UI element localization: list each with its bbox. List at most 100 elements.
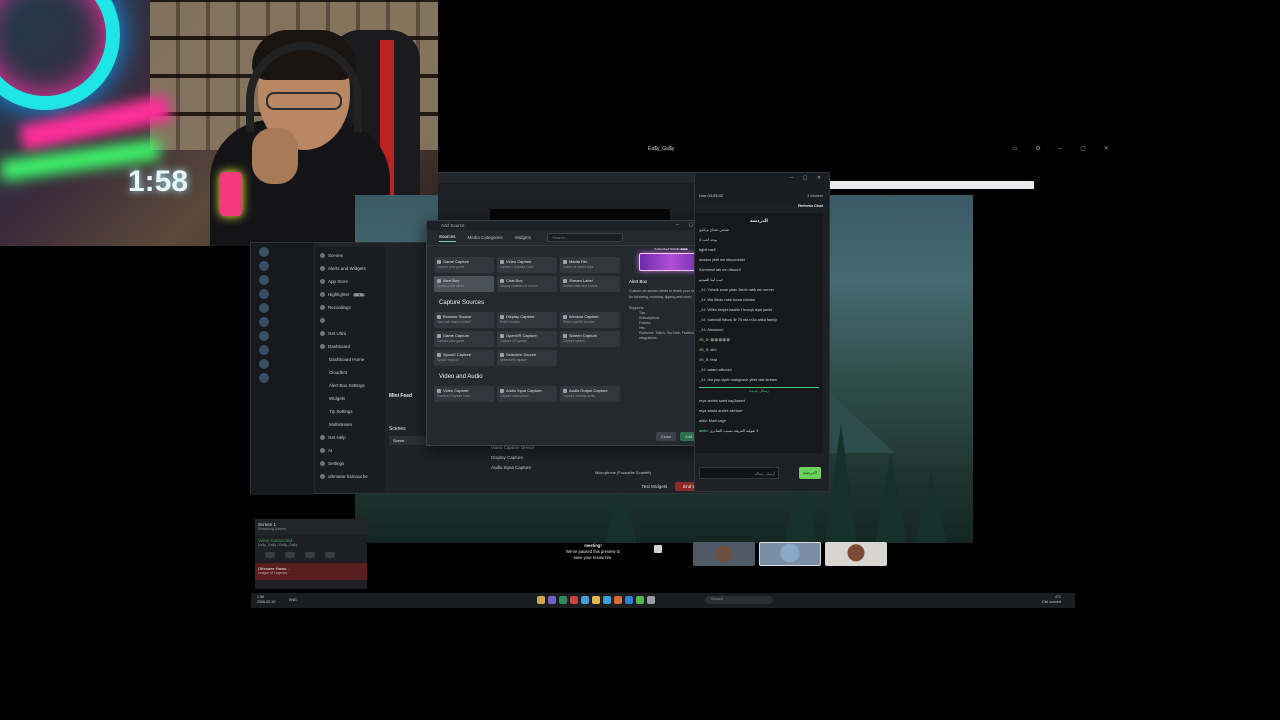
sidebar-item[interactable]: Widgets xyxy=(315,392,385,405)
tab-widgets[interactable]: Widgets xyxy=(515,235,531,240)
close-button[interactable]: Close xyxy=(655,432,677,441)
source-card[interactable]: Game Capture Capture your game xyxy=(434,331,494,347)
source-card[interactable]: Browser Source Your web based content xyxy=(434,312,494,328)
refresh-chat-button[interactable]: Refresh Chat xyxy=(798,203,823,208)
weather-widget[interactable]: 4°C Ciel couvert xyxy=(1042,595,1061,605)
source-card[interactable]: Spout2 Capture Spout2 support xyxy=(434,350,494,366)
rail-icon[interactable] xyxy=(259,317,269,327)
participant-tile[interactable] xyxy=(825,542,887,566)
participant-tile[interactable] xyxy=(759,542,821,566)
source-card[interactable]: Video Capture Camera / Capture Card xyxy=(434,386,494,402)
app-icon[interactable] xyxy=(537,596,545,604)
app-icon[interactable] xyxy=(603,596,611,604)
language-indicator[interactable]: ENG xyxy=(289,598,297,602)
participant-tile[interactable] xyxy=(693,542,755,566)
chat-username[interactable]: 0B_B: xyxy=(699,348,709,352)
source-card[interactable]: Game Capture Capture your game xyxy=(434,257,494,273)
source-card[interactable]: Window Capture Share specific window xyxy=(560,312,620,328)
source-card[interactable]: Audio Input Capture Capture microphone xyxy=(497,386,557,402)
source-card[interactable]: Stream Label Stream stats and events xyxy=(560,276,620,292)
chat-text: شحني تحتاج برنامج xyxy=(699,228,730,232)
source-card[interactable]: Video Capture Camera / Capture Card xyxy=(497,257,557,273)
window-controls[interactable]: ▭ ⚙ ─ ▢ ✕ xyxy=(1012,145,1117,152)
chat-input[interactable]: أرسل رسالة... xyxy=(699,467,779,479)
source-item[interactable]: Audio Input Capture xyxy=(491,463,535,473)
taskbar: 1:58 2026-02-10 ENG Search 4°C Ciel couv… xyxy=(251,593,1075,608)
chat-username[interactable]: _44: xyxy=(699,298,706,302)
activity-button[interactable] xyxy=(305,552,315,558)
window-controls[interactable]: ─ ▢ ✕ xyxy=(790,175,825,181)
browser-address-bar[interactable] xyxy=(830,181,1034,189)
sidebar-item[interactable]: Scenes xyxy=(315,249,385,262)
sidebar-item[interactable]: othmane hamouche xyxy=(315,470,385,483)
source-card[interactable]: Screen Capture Capture screen xyxy=(560,331,620,347)
app-icon[interactable] xyxy=(625,596,633,604)
source-card[interactable]: Audio Output Capture Capture desktop audi… xyxy=(560,386,620,402)
sidebar-item[interactable]: Multistream xyxy=(315,418,385,431)
rail-icon[interactable] xyxy=(259,289,269,299)
sidebar-item[interactable]: Alerts and Widgets xyxy=(315,262,385,275)
sidebar-item[interactable]: Alert Box Settings xyxy=(315,379,385,392)
sidebar-item[interactable]: Get Help xyxy=(315,431,385,444)
app-icon[interactable] xyxy=(614,596,622,604)
chat-username[interactable]: _44: xyxy=(699,288,706,292)
rail-icon[interactable] xyxy=(259,373,269,383)
sidebar-item[interactable]: Dashboard Home xyxy=(315,353,385,366)
source-card[interactable]: Display Capture Entire monitor xyxy=(497,312,557,328)
chat-username[interactable]: _44: xyxy=(699,368,706,372)
app-icon[interactable] xyxy=(570,596,578,604)
source-card[interactable]: Selective Source Selectively capture xyxy=(497,350,557,366)
app-icon[interactable] xyxy=(636,596,644,604)
rail-icon[interactable] xyxy=(259,247,269,257)
sidebar-item[interactable] xyxy=(315,314,385,327)
rail-icon[interactable] xyxy=(259,303,269,313)
source-card[interactable]: Chat Box Display chatters on screen xyxy=(497,276,557,292)
app-icon[interactable] xyxy=(592,596,600,604)
stream-preview-icon[interactable] xyxy=(654,545,662,553)
taskbar-search[interactable]: Search xyxy=(705,596,773,604)
screenshare-button[interactable] xyxy=(285,552,295,558)
chat-text: reya andek saed kay3awed xyxy=(699,399,746,403)
app-icon[interactable] xyxy=(559,596,567,604)
rail-icon[interactable] xyxy=(259,331,269,341)
app-icon[interactable] xyxy=(581,596,589,604)
sidebar-item[interactable]: Dashboard xyxy=(315,340,385,353)
source-description: Camera / Capture Card xyxy=(500,265,534,269)
chat-message: 0B_B: fesil xyxy=(699,355,819,365)
rail-icon[interactable] xyxy=(259,275,269,285)
send-chat-button[interactable]: الدردشة xyxy=(799,467,821,479)
tab-media-categories[interactable]: Media Categories xyxy=(468,235,503,240)
search-input[interactable]: Search... xyxy=(547,233,624,242)
sidebar-item[interactable]: Get Ultra xyxy=(315,327,385,340)
source-description: Display chatters on screen xyxy=(500,284,538,288)
source-name: Game Capture xyxy=(443,259,470,264)
camera-button[interactable] xyxy=(265,552,275,558)
chat-username[interactable]: abdo: xyxy=(699,429,709,433)
sidebar-item[interactable]: Tip Settings xyxy=(315,405,385,418)
chat-username[interactable]: _44: xyxy=(699,328,706,332)
sidebar-item[interactable]: AI xyxy=(315,444,385,457)
source-card[interactable]: OpenVR Capture Capture VR games xyxy=(497,331,557,347)
soundboard-button[interactable] xyxy=(325,552,335,558)
app-icon[interactable] xyxy=(548,596,556,604)
rail-icon[interactable] xyxy=(259,359,269,369)
source-name: Video Capture xyxy=(443,388,469,393)
app-icon[interactable] xyxy=(647,596,655,604)
sidebar-item[interactable]: Recordings xyxy=(315,301,385,314)
rail-icon[interactable] xyxy=(259,345,269,355)
source-card[interactable]: Alert Box Dynamic live alerts xyxy=(434,276,494,292)
rail-icon[interactable] xyxy=(259,261,269,271)
test-widgets-button[interactable]: Test Widgets xyxy=(641,484,667,489)
sidebar-item[interactable]: App Store xyxy=(315,275,385,288)
sidebar-item[interactable]: Highlighter BETA xyxy=(315,288,385,301)
source-card[interactable]: Media File Videos or sound clips xyxy=(560,257,620,273)
source-item[interactable]: Display Capture xyxy=(491,453,535,463)
sidebar-item[interactable]: Settings xyxy=(315,457,385,470)
chat-username[interactable]: _44: xyxy=(699,318,706,322)
chat-username[interactable]: _44: xyxy=(699,378,706,382)
chat-username[interactable]: _44: xyxy=(699,308,706,312)
sidebar-item[interactable]: Cloudbot xyxy=(315,366,385,379)
tab-sources[interactable]: Sources xyxy=(439,234,456,242)
chat-username[interactable]: 0B_B: xyxy=(699,358,709,362)
chat-username[interactable]: 0B_B: xyxy=(699,338,709,342)
